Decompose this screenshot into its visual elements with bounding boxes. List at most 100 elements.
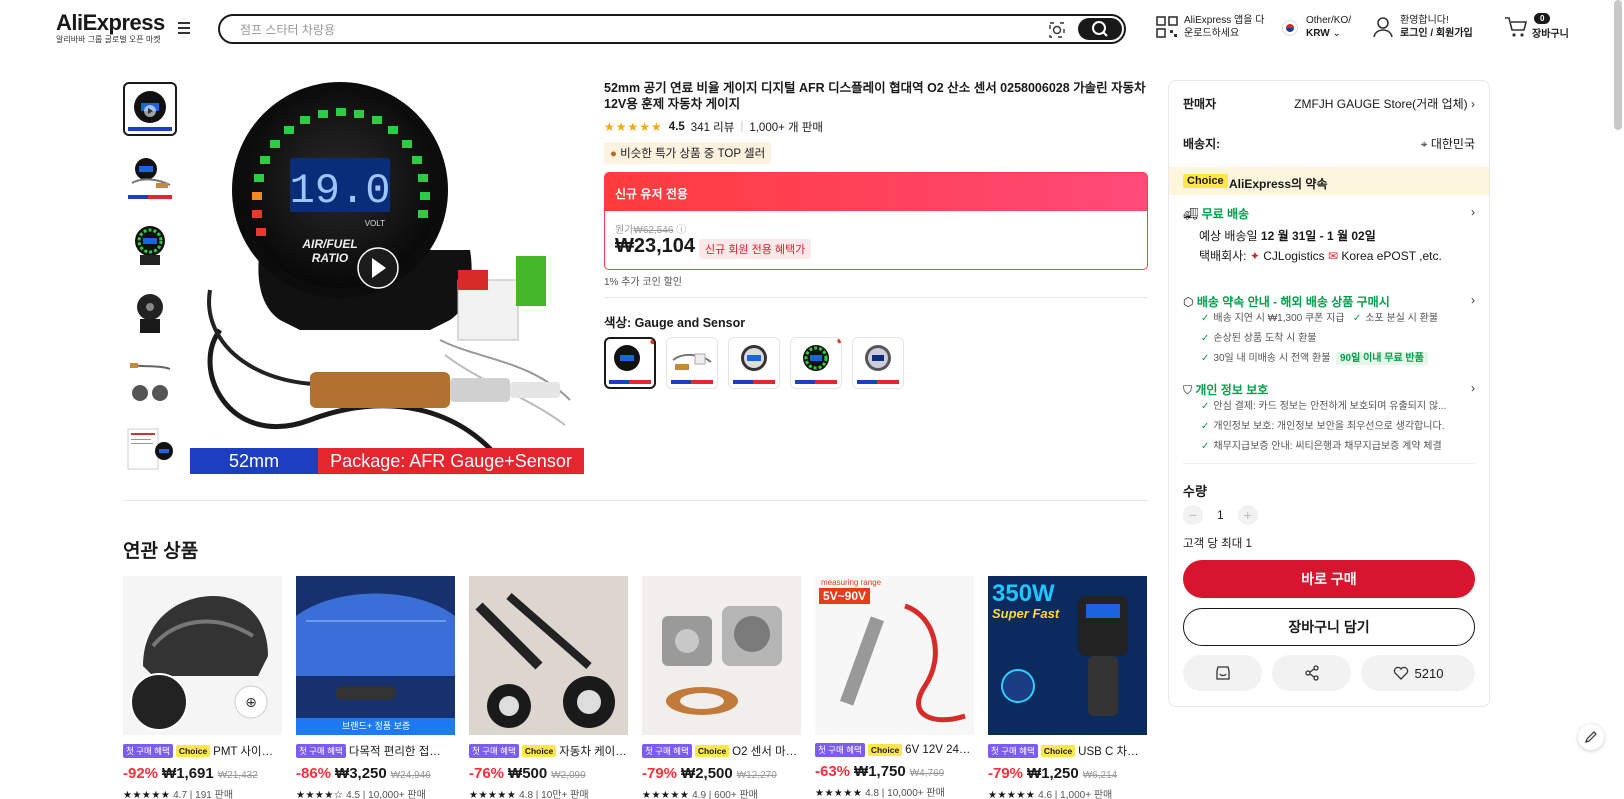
login-signup-label: 로그인 / 회원가입 (1400, 28, 1473, 39)
price: ₩2,500 (681, 765, 733, 782)
carrier-cj: CJLogistics (1263, 249, 1325, 263)
discount: -92% (123, 765, 159, 782)
related-product-card[interactable]: 첫 구매 혜택 Choice O2 센서 마… -79% ₩2,500 ₩12,270 … (642, 576, 801, 799)
discount: -79% (642, 765, 678, 782)
cj-logo-icon: ✦ (1249, 249, 1260, 263)
choice-tag: Choice (521, 745, 557, 757)
buy-now-button[interactable]: 바로 구매 (1183, 560, 1475, 598)
related-product-card[interactable]: 첫 구매 혜택 Choice 자동차 케이… -76% ₩500 ₩2,099 ★★★★… (469, 576, 628, 799)
sold-count: 1,000+ 개 판매 (749, 122, 823, 134)
thumbnail[interactable] (123, 150, 177, 204)
increase-button[interactable]: + (1237, 505, 1258, 525)
aliexpress-logo[interactable]: AliExpress 알리바바 그룹 글로벌 오픈 마켓 (56, 10, 165, 45)
sold-count: 10만+ 판매 (541, 790, 589, 799)
first-purchase-tag: 첫 구매 혜택 (642, 744, 692, 758)
swatch-gauge-white[interactable] (852, 337, 904, 389)
store-button[interactable] (1183, 655, 1262, 691)
product-image (469, 576, 628, 735)
privacy-row[interactable]: ⛉ 개인 정보 보호 › (1183, 381, 1475, 398)
chevron-down-icon: ⌄ (1332, 28, 1341, 39)
wishlist-count: 5210 (1414, 665, 1444, 681)
thumbnail[interactable] (123, 354, 177, 408)
heart-icon (1393, 666, 1408, 680)
price: ₩1,250 (1027, 765, 1079, 782)
first-purchase-tag: 첫 구매 혜택 (296, 744, 346, 758)
logo-text: AliExpress (56, 10, 165, 35)
carrier-label: 택배회사: (1199, 249, 1247, 263)
feedback-edit-button[interactable] (1578, 724, 1604, 750)
user-icon[interactable] (1372, 16, 1394, 38)
cart-label[interactable]: 장바구니 (1532, 28, 1569, 41)
max-per-customer: 고객 당 최대 1 (1183, 538, 1252, 550)
share-button[interactable] (1272, 655, 1351, 691)
price: ₩3,250 (335, 765, 387, 782)
related-product-card[interactable]: 350W Super Fast 첫 구매 혜택 Choice USB C 차… -7… (988, 576, 1147, 799)
swatch-gauge-blue[interactable] (728, 337, 780, 389)
thumbnail[interactable] (123, 218, 177, 272)
account-link[interactable]: 환영합니다! 로그인 / 회원가입 (1400, 14, 1473, 40)
swatch-gauge-green[interactable]: ● (790, 337, 842, 389)
original-price: ₩2,099 (551, 770, 586, 781)
gauge-unit: VOLT (365, 219, 385, 228)
related-product-card[interactable]: measuring range 5V~90V 첫 구매 혜택 Choice 6V 1… (815, 576, 974, 799)
thumbnail[interactable] (123, 82, 177, 136)
main-product-image[interactable]: 19.0 VOLT AIR/FUEL RATIO (190, 80, 584, 474)
manual-thumbnail-image (127, 428, 173, 470)
cart-icon[interactable] (1504, 16, 1528, 38)
free-shipping-row[interactable]: 🚚︎ 무료 배송 › (1183, 205, 1475, 222)
swatch-image (671, 353, 713, 384)
image-search-icon[interactable] (1046, 19, 1068, 41)
brand-banner: 브랜드+ 정품 보증 (342, 721, 411, 731)
first-purchase-tag: 첫 구매 혜택 (815, 743, 865, 757)
decrease-button[interactable]: − (1183, 505, 1203, 525)
gauge-reading: 19.0 (290, 167, 391, 215)
ship-to-row[interactable]: 배송지: ⌖ 대한민국 (1183, 135, 1475, 152)
eta-date: 12 월 31일 - 1 월 02일 (1260, 229, 1376, 243)
qr-code-icon[interactable] (1156, 16, 1178, 38)
thumbnail[interactable] (123, 286, 177, 340)
add-to-cart-button[interactable]: 장바구니 담기 (1183, 608, 1475, 646)
wattage-label: 350W (992, 580, 1055, 607)
related-product-card[interactable]: 브랜드+ 정품 보증 첫 구매 혜택 다목적 편리한 접… -86% ₩3,250 ₩… (296, 576, 455, 799)
related-product-card[interactable]: ⊕ 첫 구매 혜택 Choice PMT 사이… -92% ₩1,691 ₩21,432… (123, 576, 282, 799)
product-name: 다목적 편리한 접… (348, 746, 441, 758)
chevron-right-icon: › (1471, 205, 1475, 219)
action-buttons: 5210 (1183, 655, 1475, 691)
seller-label: 판매자 (1183, 97, 1217, 111)
quantity-value[interactable]: 1 (1217, 508, 1224, 522)
color-swatches: ● ● (604, 337, 904, 389)
wishlist-button[interactable]: 5210 (1361, 655, 1475, 691)
region-currency-selector[interactable]: Other/KO/ KRW ⌄ (1306, 14, 1351, 40)
gauge-label-1: AIR/FUEL (301, 237, 357, 251)
swatch-sensor[interactable] (666, 337, 718, 389)
app-download-line2: 운로드하세요 (1184, 28, 1240, 39)
store-icon (1215, 666, 1230, 680)
quantity-stepper: − 1 + (1183, 505, 1258, 525)
page-scrollbar[interactable] (1614, 0, 1622, 130)
svg-text:⊕: ⊕ (245, 695, 257, 711)
app-download-link[interactable]: AliExpress 앱을 다 운로드하세요 (1184, 14, 1264, 40)
o2-bung-image (662, 606, 782, 715)
search-button[interactable] (1078, 18, 1122, 40)
rating-stars-icon: ★★★★★ (123, 790, 171, 799)
delivery-promise-row[interactable]: ⬡ 배송 약속 안내 - 해외 배송 상품 구매시 › (1183, 293, 1475, 310)
thumbnail[interactable] (123, 422, 177, 476)
menu-icon[interactable] (178, 22, 192, 34)
check-icon: ✓ (1201, 353, 1210, 364)
product-title: 52mm 공기 연료 비율 게이지 디지털 AFR 디스플레이 협대역 O2 산… (604, 81, 1146, 111)
cart-count-badge: 0 (1534, 13, 1551, 24)
review-count[interactable]: 341 리뷰 (691, 119, 735, 135)
search-input[interactable] (240, 21, 1000, 39)
eta-label: 예상 배송일 (1199, 229, 1258, 243)
carrier-row: 택배회사: ✦ CJLogistics ✉ Korea ePOST ,etc. (1199, 248, 1475, 265)
divider (1183, 463, 1475, 464)
rating: 4.5 (346, 790, 361, 799)
swatch-gauge-and-sensor[interactable]: ● (604, 337, 656, 389)
divider (123, 500, 1148, 501)
package-size: 52mm (190, 448, 318, 474)
rating: 4.7 (173, 790, 188, 799)
ship-to-country: 대한민국 (1430, 137, 1475, 151)
site-header: AliExpress 알리바바 그룹 글로벌 오픈 마켓 AliExpress … (0, 0, 1624, 58)
seller-row[interactable]: 판매자 ZMFJH GAUGE Store(거래 업체) › (1183, 95, 1475, 112)
check-icon: ✓ (1352, 313, 1362, 324)
